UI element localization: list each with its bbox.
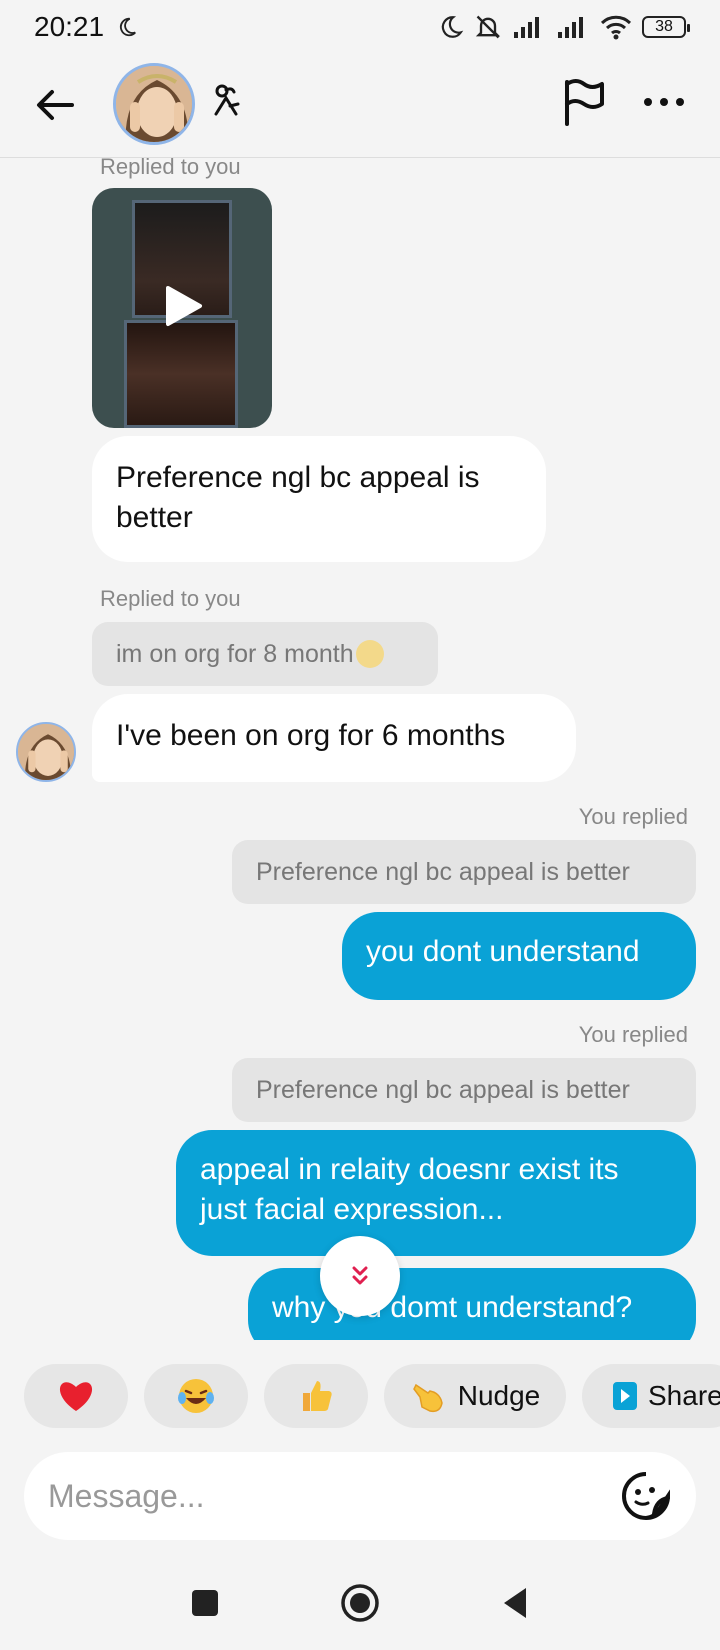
more-options-icon[interactable] <box>642 92 686 112</box>
message-composer <box>24 1452 696 1540</box>
video-message-thumbnail[interactable] <box>92 188 272 428</box>
kissing-emoji-icon <box>355 640 384 668</box>
quoted-message-text: im on org for 8 month <box>116 639 354 668</box>
nudge-button[interactable]: Nudge <box>384 1364 566 1428</box>
signal-icon-1 <box>514 17 539 38</box>
status-icons: 38 <box>438 13 690 41</box>
incoming-message[interactable]: Preference ngl bc appeal is better <box>92 436 546 562</box>
message-input[interactable] <box>48 1477 620 1515</box>
contact-avatar[interactable] <box>113 63 195 145</box>
heart-reaction-button[interactable] <box>24 1364 128 1428</box>
heart-icon <box>59 1382 93 1411</box>
share-button[interactable]: Share <box>582 1364 720 1428</box>
report-flag-icon[interactable] <box>562 78 606 126</box>
laughing-reaction-button[interactable] <box>144 1364 248 1428</box>
battery-indicator: 38 <box>642 16 690 38</box>
signal-icon-2 <box>558 17 583 38</box>
sticker-icon[interactable] <box>620 1470 672 1522</box>
outgoing-message[interactable]: appeal in relaity doesnr exist its just … <box>176 1130 696 1256</box>
zodiac-icon <box>214 84 240 116</box>
replied-label: Replied to you <box>100 586 241 611</box>
share-label: Share <box>648 1380 720 1411</box>
avatar-image <box>116 66 192 142</box>
thumbs-up-reaction-button[interactable] <box>264 1364 368 1428</box>
wifi-icon <box>600 15 632 40</box>
avatar-image <box>18 724 74 780</box>
dnd-moon-icon <box>441 16 464 38</box>
you-replied-label: You replied <box>578 1022 688 1047</box>
status-time: 20:21 <box>34 11 105 42</box>
system-navigation-bar <box>0 1556 720 1650</box>
back-triangle-icon[interactable] <box>500 1586 530 1620</box>
incoming-message[interactable]: I've been on org for 6 months <box>92 694 576 782</box>
outgoing-message[interactable]: why you domt understand? <box>248 1268 696 1340</box>
contact-avatar-small[interactable] <box>16 722 76 782</box>
home-circle-icon[interactable] <box>340 1583 380 1623</box>
play-icon[interactable] <box>164 284 204 328</box>
chat-header <box>0 54 720 158</box>
scroll-to-bottom-button[interactable] <box>320 1236 400 1316</box>
chat-messages[interactable]: Replied to you Preference ngl bc appeal … <box>0 158 720 1340</box>
quick-reactions: Nudge Share <box>0 1364 720 1428</box>
you-replied-label: You replied <box>578 804 688 829</box>
quoted-message[interactable]: Preference ngl bc appeal is better <box>232 840 696 904</box>
nudge-label: Nudge <box>457 1380 541 1411</box>
pointing-hand-icon <box>412 1383 443 1413</box>
back-arrow-icon[interactable] <box>32 82 78 128</box>
recents-square-icon[interactable] <box>190 1588 220 1618</box>
tears-of-joy-icon <box>178 1379 214 1413</box>
outgoing-message[interactable]: you dont understand <box>342 912 696 1000</box>
replied-label: Replied to you <box>100 158 241 179</box>
night-mode-icon <box>120 17 137 37</box>
status-bar: 20:21 38 <box>0 0 720 54</box>
bell-off-icon <box>475 15 501 39</box>
thumbs-up-icon <box>303 1381 332 1411</box>
chevrons-down-icon <box>352 1266 368 1285</box>
video-frame-bottom <box>124 320 238 428</box>
share-app-icon <box>613 1382 637 1410</box>
quoted-message[interactable]: im on org for 8 month <box>92 622 438 686</box>
quoted-message[interactable]: Preference ngl bc appeal is better <box>232 1058 696 1122</box>
